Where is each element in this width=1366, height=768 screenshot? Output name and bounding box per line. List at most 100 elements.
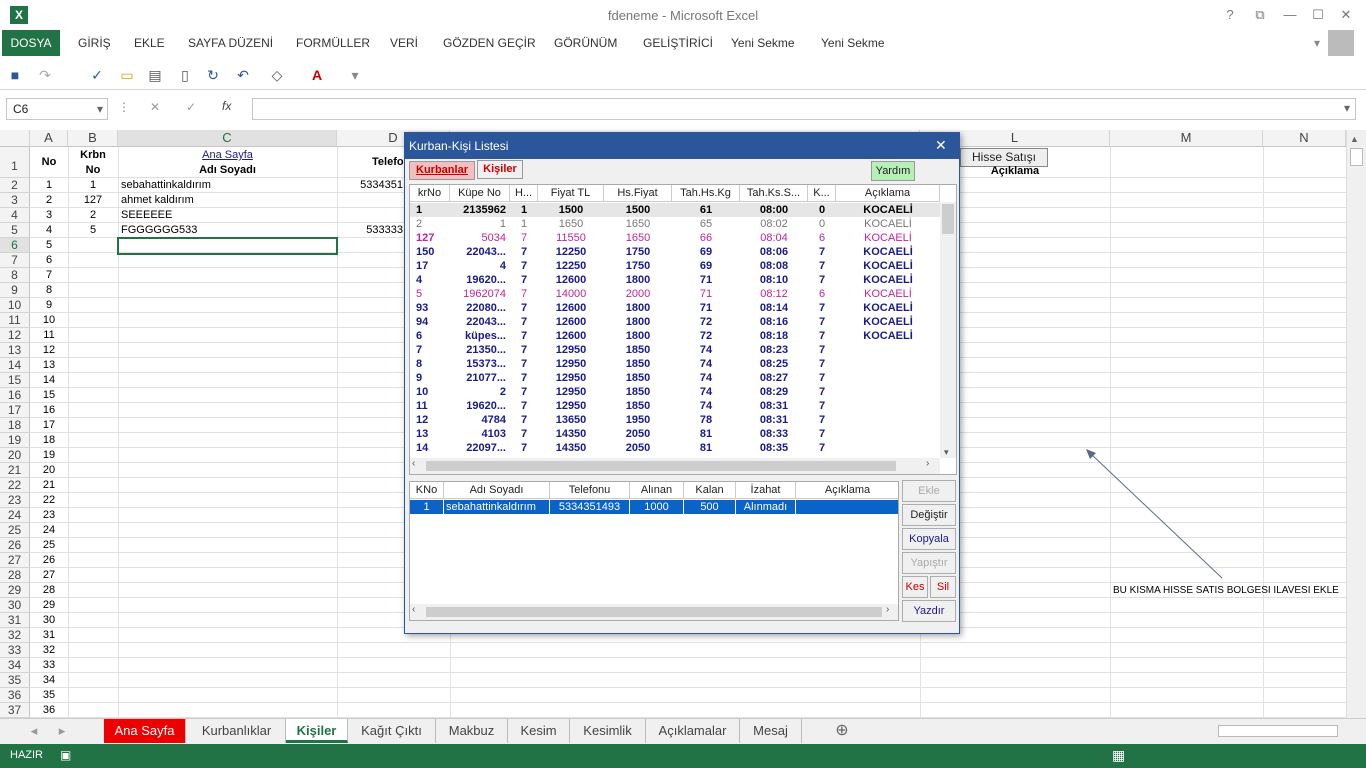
horizontal-scrollbar[interactable] [1218,725,1338,737]
cell-no[interactable]: 16 [30,404,68,416]
row-header[interactable]: 20 [0,448,30,463]
kurban-list-hthumb[interactable] [426,461,896,471]
sheet-tab-makbuz[interactable]: Makbuz [436,719,508,743]
ribbon-display-icon[interactable]: ⧉ [1250,6,1270,24]
row-header[interactable]: 12 [0,328,30,343]
row-header[interactable]: 8 [0,268,30,283]
expand-formula-icon[interactable]: ▾ [1344,101,1350,115]
row-header[interactable]: 30 [0,598,30,613]
cell-no[interactable]: 21 [30,479,68,491]
cell-no[interactable]: 9 [30,299,68,311]
selected-cell[interactable] [117,237,338,255]
cell-no[interactable]: 18 [30,434,68,446]
scroll-down-icon[interactable]: ▾ [944,447,949,458]
tab-review[interactable]: GÖZDEN GEÇİR [443,30,536,56]
row-header[interactable]: 7 [0,253,30,268]
row-header[interactable]: 18 [0,418,30,433]
row-header[interactable]: 9 [0,283,30,298]
cell-no[interactable]: 34 [30,674,68,686]
cell-no[interactable]: 6 [30,254,68,266]
row-header[interactable]: 24 [0,508,30,523]
cell-no[interactable]: 4 [30,224,68,236]
kurban-col-header[interactable]: Tah.Ks.S... [740,185,808,202]
tab-page-layout[interactable]: SAYFA DÜZENİ [188,30,273,56]
row-header[interactable]: 27 [0,553,30,568]
kisi-col-header[interactable]: Alınan [630,482,684,499]
kurban-col-header[interactable]: H... [510,185,538,202]
prev-sheet-icon[interactable]: ◂ [24,719,44,743]
tab-new-1[interactable]: Yeni Sekme [731,30,795,56]
form-icon[interactable]: ▤ [146,66,164,84]
cell-name[interactable]: SEEEEEE [121,209,335,221]
kisi-col-header[interactable]: Açıklama [796,482,898,499]
new-document-icon[interactable]: ▯ [176,66,194,84]
scroll-left-icon[interactable]: ‹ [412,604,415,615]
cell-krbn-no[interactable]: 5 [68,224,118,236]
kisi-list[interactable]: KNo Adı Soyadı Telefonu Alınan Kalan İzahat Aç… [409,481,899,621]
kurban-col-header[interactable]: Küpe No [450,185,510,202]
kisi-col-header[interactable]: İzahat [736,482,796,499]
tab-kisiler[interactable]: Kişiler [477,160,523,179]
sheet-tab-aciklamalar[interactable]: Açıklamalar [646,719,740,743]
row-header[interactable]: 23 [0,493,30,508]
add-sheet-icon[interactable]: ⊕ [830,719,854,743]
close-icon[interactable]: ✕ [1336,6,1356,24]
col-header-m[interactable]: M [1110,130,1263,147]
kurban-col-header[interactable]: Açıklama [836,185,940,202]
customize-qat-icon[interactable]: ▾ [346,66,364,84]
row-header[interactable]: 35 [0,673,30,688]
cell-no[interactable]: 15 [30,389,68,401]
cell-no[interactable]: 20 [30,464,68,476]
kisi-col-header[interactable]: Telefonu [550,482,630,499]
scroll-right-icon[interactable]: › [926,458,929,469]
enter-icon[interactable]: ✓ [186,100,196,114]
avatar[interactable] [1328,30,1354,56]
cancel-icon[interactable]: ✕ [150,100,160,114]
row-header[interactable]: 31 [0,613,30,628]
undo-icon[interactable]: ↶ [234,66,252,84]
chevron-down-icon[interactable]: ▾ [97,99,103,119]
save-icon[interactable]: ■ [6,66,24,84]
row-header[interactable]: 13 [0,343,30,358]
sheet-tab-kisiler[interactable]: Kişiler [286,719,348,743]
minimize-icon[interactable]: — [1280,6,1300,24]
kurban-list[interactable]: krNo Küpe No H... Fiyat TL Hs.Fiyat Tah.Hs.Kg… [409,184,957,475]
tab-formulas[interactable]: FORMÜLLER [296,30,370,56]
cell-no[interactable]: 19 [30,449,68,461]
cell-no[interactable]: 35 [30,689,68,701]
row-header[interactable]: 32 [0,628,30,643]
cell-no[interactable]: 31 [30,629,68,641]
select-all-corner[interactable] [0,130,30,147]
tab-file[interactable]: DOSYA [2,30,60,56]
kisi-col-header[interactable]: Kalan [684,482,736,499]
row-header[interactable]: 19 [0,433,30,448]
cell-no[interactable]: 22 [30,494,68,506]
cell-no[interactable]: 10 [30,314,68,326]
cell-no[interactable]: 30 [30,614,68,626]
yapistir-button[interactable]: Yapıştır [902,552,956,574]
kes-button[interactable]: Kes [902,576,928,598]
help-icon[interactable]: ? [1220,6,1240,24]
kurban-list-vthumb[interactable] [942,204,954,234]
row-header[interactable]: 17 [0,403,30,418]
refresh-icon[interactable]: ↻ [204,66,222,84]
sheet-tab-ana-sayfa[interactable]: Ana Sayfa [104,719,186,743]
kurban-col-header[interactable]: Hs.Fiyat [604,185,672,202]
sheet-tab-kurbanliklar[interactable]: Kurbanlıklar [188,719,286,743]
row-header[interactable]: 26 [0,538,30,553]
kisi-list-hscroll[interactable]: ‹ › [410,604,898,620]
scroll-left-icon[interactable]: ‹ [412,458,415,469]
cell-no[interactable]: 36 [30,704,68,716]
yazdir-button[interactable]: Yazdır [902,600,956,622]
tab-kurbanlar[interactable]: Kurbanlar [409,161,475,180]
redo-icon[interactable]: ↷ [36,66,54,84]
kurban-col-header[interactable]: Fiyat TL [538,185,604,202]
cell-no[interactable]: 25 [30,539,68,551]
cell-no[interactable]: 26 [30,554,68,566]
row-header[interactable]: 25 [0,523,30,538]
cell-no[interactable]: 32 [30,644,68,656]
cell-no[interactable]: 33 [30,659,68,671]
row-header[interactable]: 36 [0,688,30,703]
open-folder-icon[interactable]: ▭ [118,66,136,84]
formula-input[interactable] [252,98,1356,120]
